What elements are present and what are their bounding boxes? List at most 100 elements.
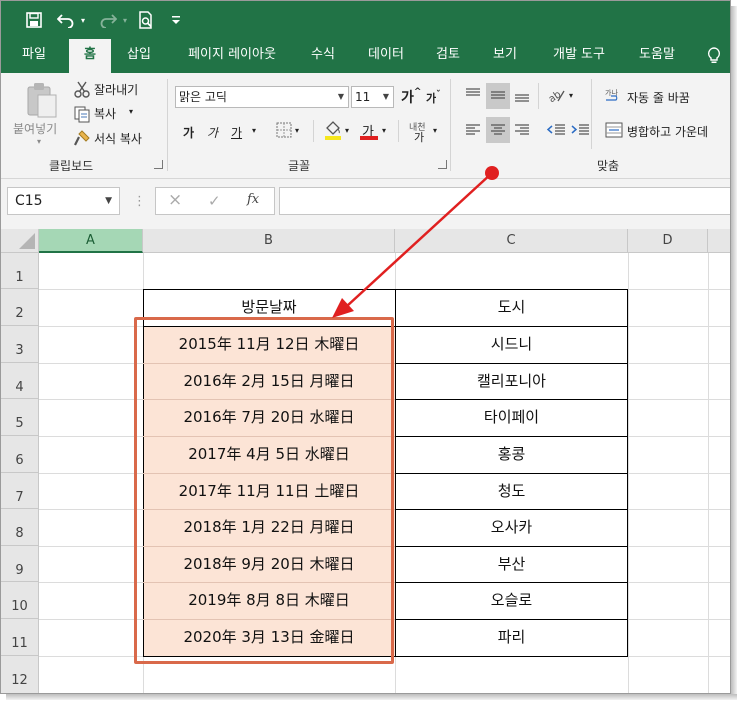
enter-icon[interactable]: ✓ bbox=[208, 192, 221, 210]
city-cell[interactable]: 타이페이 bbox=[395, 399, 628, 436]
header-cell-city[interactable]: 도시 bbox=[395, 289, 628, 326]
paste-button[interactable]: 붙여넣기 bbox=[13, 120, 57, 137]
row-header-8[interactable]: 8 bbox=[1, 509, 39, 546]
font-color-dropdown-icon[interactable]: ▾ bbox=[382, 126, 386, 135]
wrap-text-button[interactable]: 자동 줄 바꿈 bbox=[627, 89, 690, 106]
city-cell[interactable]: 파리 bbox=[395, 619, 628, 656]
wrap-text-icon[interactable]: 가나 bbox=[605, 88, 623, 108]
align-right-icon[interactable] bbox=[513, 122, 531, 142]
italic-button[interactable]: 가 bbox=[207, 124, 218, 141]
bold-button[interactable]: 가 bbox=[183, 124, 194, 141]
borders-dropdown-icon[interactable]: ▾ bbox=[295, 126, 299, 135]
tab-developer[interactable]: 개발 도구 bbox=[537, 39, 621, 73]
fill-color-dropdown-icon[interactable]: ▾ bbox=[345, 126, 349, 135]
column-header-b[interactable]: B bbox=[143, 229, 395, 253]
tab-review[interactable]: 검토 bbox=[425, 39, 471, 73]
customize-qat-icon[interactable] bbox=[169, 9, 183, 31]
paste-icon[interactable] bbox=[25, 81, 59, 125]
column-header-d[interactable]: D bbox=[628, 229, 708, 253]
column-header-c[interactable]: C bbox=[395, 229, 628, 253]
row-header-12[interactable]: 12 bbox=[1, 656, 39, 693]
select-all-corner[interactable] bbox=[1, 229, 39, 253]
bottom-align-icon[interactable] bbox=[513, 87, 531, 107]
window-shadow bbox=[731, 6, 737, 698]
middle-align-icon[interactable] bbox=[489, 87, 507, 107]
merge-center-icon[interactable] bbox=[605, 122, 623, 142]
row-header-1[interactable]: 1 bbox=[1, 253, 39, 289]
formula-input[interactable] bbox=[279, 187, 730, 215]
scissors-icon[interactable] bbox=[73, 81, 91, 103]
city-cell[interactable]: 오사카 bbox=[395, 509, 628, 546]
merge-center-button[interactable]: 병합하고 가운데 bbox=[627, 123, 708, 140]
font-launcher-icon[interactable] bbox=[438, 160, 447, 169]
row-header-4[interactable]: 4 bbox=[1, 363, 39, 399]
title-bar: ▾ ▾ bbox=[1, 1, 730, 39]
row-header-3[interactable]: 3 bbox=[1, 326, 39, 363]
decrease-indent-icon[interactable] bbox=[546, 122, 566, 142]
insert-function-icon[interactable]: fx bbox=[247, 192, 259, 207]
format-painter-button[interactable]: 서식 복사 bbox=[94, 130, 142, 147]
align-left-icon[interactable] bbox=[464, 122, 482, 142]
city-cell[interactable]: 오슬로 bbox=[395, 582, 628, 619]
align-center-icon[interactable] bbox=[489, 122, 507, 142]
phonetic-dropdown-icon[interactable]: ▾ bbox=[433, 126, 437, 135]
tab-data[interactable]: 데이터 bbox=[357, 39, 415, 73]
orientation-icon[interactable]: ab bbox=[546, 86, 566, 108]
copy-dropdown-icon[interactable]: ▾ bbox=[129, 107, 133, 116]
top-align-icon[interactable] bbox=[464, 87, 482, 107]
orientation-dropdown-icon[interactable]: ▾ bbox=[569, 91, 573, 100]
underline-dropdown-icon[interactable]: ▾ bbox=[252, 126, 256, 135]
tab-help[interactable]: 도움말 bbox=[627, 39, 687, 73]
name-box[interactable]: C15 ▼ bbox=[7, 187, 120, 215]
borders-icon[interactable] bbox=[276, 122, 292, 142]
column-header-e[interactable] bbox=[708, 229, 730, 253]
grow-font-label: 가 bbox=[401, 90, 414, 106]
redo-dropdown-icon[interactable]: ▾ bbox=[119, 9, 131, 31]
row-header-10[interactable]: 10 bbox=[1, 582, 39, 619]
copy-icon[interactable] bbox=[73, 105, 91, 127]
fill-color-icon[interactable] bbox=[324, 119, 342, 145]
row-header-11[interactable]: 11 bbox=[1, 619, 39, 656]
print-preview-icon[interactable] bbox=[135, 9, 157, 31]
city-cell[interactable]: 시드니 bbox=[395, 326, 628, 363]
tab-file[interactable]: 파일 bbox=[9, 39, 59, 73]
font-size-value: 11 bbox=[355, 90, 371, 104]
redo-icon[interactable] bbox=[97, 9, 119, 31]
lightbulb-icon[interactable] bbox=[697, 39, 730, 73]
row-header-6[interactable]: 6 bbox=[1, 436, 39, 473]
ribbon-separator bbox=[167, 79, 168, 171]
alignment-group-label: 맞춤 bbox=[597, 159, 620, 173]
down-arrow-icon: ˇ bbox=[436, 90, 441, 100]
up-arrow-icon: ^ bbox=[413, 87, 422, 97]
underline-button[interactable]: 가 bbox=[231, 124, 242, 141]
cut-button[interactable]: 잘라내기 bbox=[94, 81, 138, 98]
tab-home[interactable]: 홈 bbox=[69, 39, 111, 73]
city-cell[interactable]: 캘리포니아 bbox=[395, 363, 628, 399]
paste-dropdown-icon[interactable]: ▾ bbox=[37, 137, 41, 146]
row-header-9[interactable]: 9 bbox=[1, 546, 39, 582]
save-icon[interactable] bbox=[23, 9, 45, 31]
row-header-7[interactable]: 7 bbox=[1, 473, 39, 509]
shrink-font-button[interactable]: 가ˇ bbox=[426, 90, 441, 106]
grow-font-button[interactable]: 가^ bbox=[401, 87, 421, 107]
city-cell[interactable]: 청도 bbox=[395, 473, 628, 509]
tab-insert[interactable]: 삽입 bbox=[117, 39, 161, 73]
undo-icon[interactable] bbox=[55, 9, 77, 31]
font-color-button[interactable]: 가 bbox=[360, 119, 378, 141]
city-cell[interactable]: 부산 bbox=[395, 546, 628, 582]
cancel-icon[interactable]: × bbox=[168, 190, 182, 210]
column-header-a[interactable]: A bbox=[39, 229, 143, 253]
tab-formulas[interactable]: 수식 bbox=[301, 39, 345, 73]
format-painter-icon[interactable] bbox=[73, 129, 91, 151]
tab-view[interactable]: 보기 bbox=[483, 39, 527, 73]
city-cell[interactable]: 홍콩 bbox=[395, 436, 628, 473]
clipboard-launcher-icon[interactable] bbox=[154, 160, 163, 169]
row-header-2[interactable]: 2 bbox=[1, 289, 39, 326]
increase-indent-icon[interactable] bbox=[570, 122, 590, 142]
font-name-select[interactable]: 맑은 고딕 ▼ bbox=[175, 86, 349, 108]
font-size-select[interactable]: 11 ▼ bbox=[351, 86, 394, 108]
tab-page-layout[interactable]: 페이지 레이아웃 bbox=[169, 39, 295, 73]
undo-dropdown-icon[interactable]: ▾ bbox=[77, 9, 89, 31]
row-header-5[interactable]: 5 bbox=[1, 399, 39, 436]
copy-button[interactable]: 복사 bbox=[94, 105, 116, 122]
